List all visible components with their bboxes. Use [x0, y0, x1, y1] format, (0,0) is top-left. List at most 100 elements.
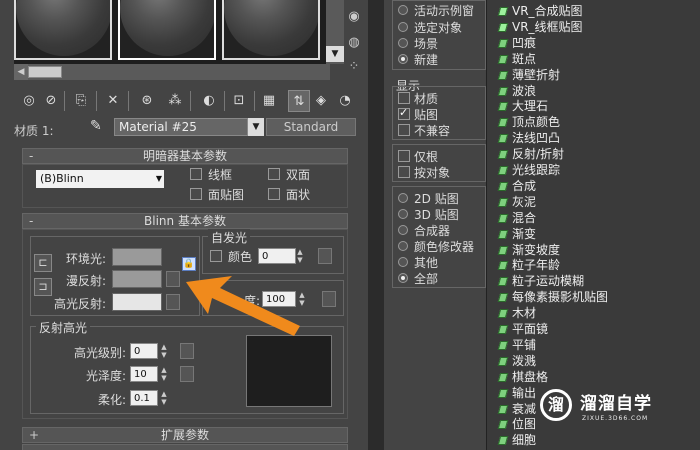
sample-slot-1[interactable]: [14, 0, 112, 60]
list-item[interactable]: 斑点: [497, 50, 536, 66]
self-illum-value-field[interactable]: 0: [258, 248, 296, 264]
list-item[interactable]: 木材: [497, 304, 536, 320]
self-illum-map-button[interactable]: [318, 248, 332, 264]
extended-params-rollout-header[interactable]: + 扩展参数: [22, 427, 348, 443]
make-unique-icon[interactable]: ⊛: [136, 90, 158, 112]
blinn-params-rollout-header[interactable]: - Blinn 基本参数: [22, 213, 348, 229]
list-item[interactable]: 凹痕: [497, 34, 536, 50]
list-item[interactable]: 混合: [497, 209, 536, 225]
navigator-icon[interactable]: ◔: [334, 90, 356, 112]
specular-color-swatch[interactable]: [112, 293, 162, 311]
spinner-arrows-icon[interactable]: ▲ ▼: [160, 366, 168, 382]
list-item[interactable]: 衰减: [497, 400, 536, 416]
show-materials-checkbox[interactable]: [398, 92, 410, 104]
show-maps-checkbox[interactable]: [398, 106, 410, 120]
by-object-checkbox[interactable]: [398, 166, 410, 178]
map-type-icon: [497, 277, 509, 287]
specular-map-button[interactable]: [166, 294, 180, 310]
diffuse-color-swatch[interactable]: [112, 270, 162, 288]
eyedropper-icon[interactable]: ✎: [90, 118, 102, 134]
radio-3d-maps[interactable]: [398, 209, 408, 219]
radio-active-slot[interactable]: [398, 5, 408, 15]
list-item[interactable]: 合成: [497, 177, 536, 193]
incompatible-checkbox[interactable]: [398, 124, 410, 136]
assign-material-icon[interactable]: ⎘: [70, 90, 92, 112]
material-type-button[interactable]: Standard: [266, 118, 356, 136]
list-item[interactable]: 粒子年龄: [497, 256, 560, 272]
specular-level-map-button[interactable]: [180, 343, 194, 359]
radio-other[interactable]: [398, 257, 408, 267]
spinner-arrows-icon[interactable]: ▲ ▼: [296, 248, 304, 264]
show-end-result-icon[interactable]: ▦: [258, 90, 280, 112]
put-to-library-icon[interactable]: ⁂: [164, 90, 186, 112]
lock-icon[interactable]: 🔒: [182, 257, 196, 271]
list-item[interactable]: 细胞: [497, 431, 536, 447]
map-type-list[interactable]: VR_合成贴图 VR_线框贴图 凹痕 斑点 薄壁折射 波浪 大理石 顶点颜色 法线凹凸 反射/折射…: [486, 0, 700, 450]
material-name-field[interactable]: Material #25: [114, 118, 248, 136]
glossiness-map-button[interactable]: [180, 366, 194, 382]
self-illum-color-checkbox[interactable]: [210, 250, 222, 262]
radio-compositors[interactable]: [398, 225, 408, 235]
soften-field[interactable]: 0.1: [130, 390, 158, 406]
go-forward-sibling-icon[interactable]: ◈: [310, 90, 332, 112]
list-item[interactable]: 波浪: [497, 82, 536, 98]
backlight-icon[interactable]: ◍: [344, 34, 364, 52]
glossiness-field[interactable]: 10: [130, 366, 158, 382]
radio-2d-maps[interactable]: [398, 193, 408, 203]
faceted-checkbox[interactable]: [268, 188, 280, 200]
ambient-color-swatch[interactable]: [112, 248, 162, 266]
list-item[interactable]: 平面镜: [497, 320, 548, 336]
list-item[interactable]: 输出: [497, 384, 536, 400]
sample-slot-2[interactable]: [118, 0, 216, 60]
sample-slot-3[interactable]: [222, 0, 320, 60]
list-item[interactable]: VR_线框贴图: [497, 18, 583, 34]
list-item[interactable]: 粒子运动模糊: [497, 272, 584, 288]
scroll-left-icon[interactable]: ◀: [14, 64, 28, 80]
spinner-arrows-icon[interactable]: ▲ ▼: [160, 390, 168, 406]
slots-scroll-down-icon[interactable]: ▼: [326, 46, 344, 62]
list-item[interactable]: 法线凹凸: [497, 129, 560, 145]
radio-all[interactable]: [398, 273, 408, 283]
list-item[interactable]: 位图: [497, 415, 536, 431]
sample-type-icon[interactable]: ◉: [344, 8, 364, 26]
shader-type-select[interactable]: (B)Blinn ▼: [36, 170, 164, 188]
list-item[interactable]: 光线跟踪: [497, 161, 560, 177]
radio-new[interactable]: [398, 54, 408, 64]
radio-color-mods[interactable]: [398, 241, 408, 251]
go-to-parent-icon[interactable]: ⇅: [288, 90, 310, 112]
radio-selected[interactable]: [398, 22, 408, 32]
shader-params-rollout-header[interactable]: - 明暗器基本参数: [22, 148, 348, 164]
list-item[interactable]: 薄壁折射: [497, 66, 560, 82]
sample-uv-icon[interactable]: ⁘: [344, 58, 364, 76]
list-item[interactable]: 大理石: [497, 97, 548, 113]
list-item[interactable]: 顶点颜色: [497, 113, 560, 129]
list-item[interactable]: 泼溅: [497, 352, 536, 368]
list-item[interactable]: 灰泥: [497, 193, 536, 209]
list-item[interactable]: 每像素摄影机贴图: [497, 288, 608, 304]
scrollbar-thumb[interactable]: [28, 66, 62, 78]
spinner-arrows-icon[interactable]: ▲ ▼: [160, 343, 168, 359]
put-to-scene-icon[interactable]: ⊘: [40, 90, 62, 112]
list-item[interactable]: 平铺: [497, 336, 536, 352]
list-item[interactable]: 渐变: [497, 225, 536, 241]
material-id-icon[interactable]: ◐: [198, 90, 220, 112]
list-item[interactable]: 反射/折射: [497, 145, 564, 161]
material-name-dropdown-icon[interactable]: ▼: [248, 118, 264, 136]
radio-scene[interactable]: [398, 38, 408, 48]
reset-map-icon[interactable]: ✕: [102, 90, 124, 112]
list-item[interactable]: 渐变坡度: [497, 241, 560, 257]
specular-level-field[interactable]: 0: [130, 343, 158, 359]
root-only-checkbox[interactable]: [398, 150, 410, 162]
show-map-icon[interactable]: ⊡: [228, 90, 250, 112]
get-material-icon[interactable]: ◎: [18, 90, 40, 112]
next-rollout-header[interactable]: [22, 444, 348, 450]
opacity-map-button[interactable]: [322, 291, 336, 307]
diffuse-map-button[interactable]: [166, 271, 180, 287]
list-item[interactable]: VR_合成贴图: [497, 2, 583, 18]
slots-horizontal-scrollbar[interactable]: ◀: [14, 64, 330, 80]
wire-checkbox[interactable]: [190, 168, 202, 180]
face-map-checkbox[interactable]: [190, 188, 202, 200]
rollout-title: 扩展参数: [160, 428, 209, 442]
two-sided-checkbox[interactable]: [268, 168, 280, 180]
list-item[interactable]: 棋盘格: [497, 368, 548, 384]
